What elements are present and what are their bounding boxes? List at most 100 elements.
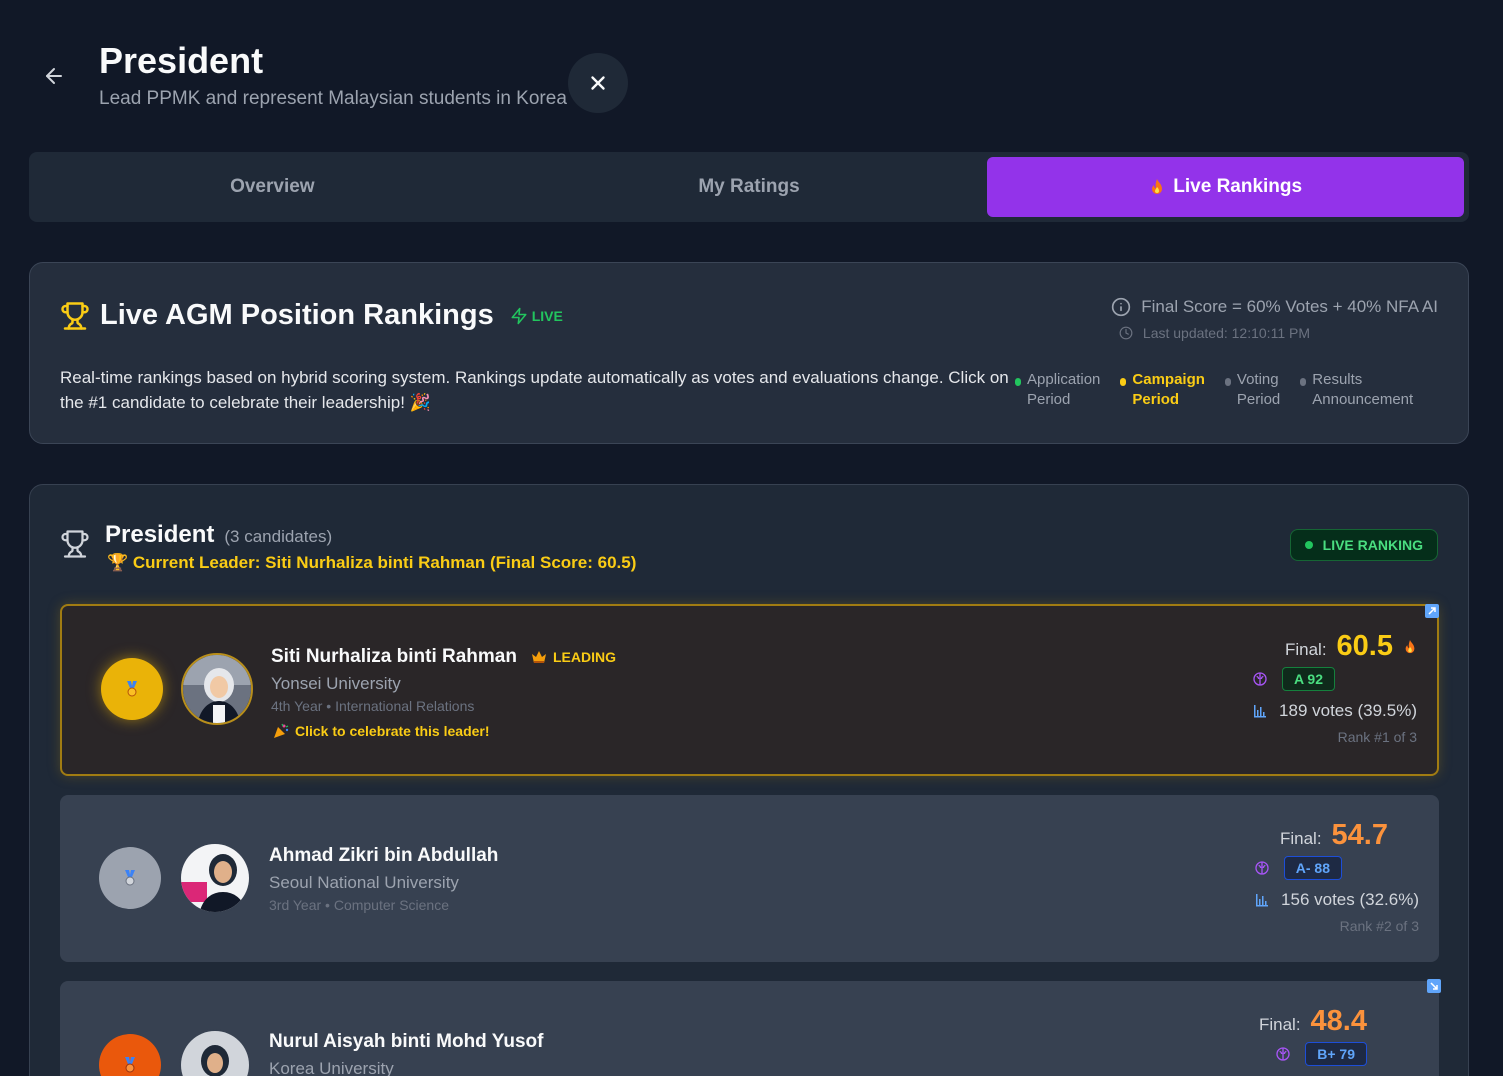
final-score-row: Final: 54.7 [1199,819,1419,852]
candidate-card-1[interactable]: Siti Nurhaliza binti Rahman LEADING Yons… [60,604,1439,776]
position-title-row: President (3 candidates) [105,521,332,549]
final-score: 48.4 [1310,1005,1367,1037]
election-phases: Application Period Campaign Period Voting P… [1015,370,1413,410]
phase-dot [1015,378,1021,386]
final-score-row: Final: 48.4 [1147,1005,1367,1038]
phase-dot [1300,378,1307,386]
position-title: President [105,521,215,548]
phase-label: Results Announcement [1312,371,1414,408]
tab-overview[interactable]: Overview [34,157,511,217]
tab-label: My Ratings [698,176,800,197]
last-updated: Last updated: 12:10:11 PM [1119,325,1310,341]
votes-row: 156 votes (32.6%) [1199,890,1419,910]
brain-icon [1253,672,1267,686]
phase-dot [1120,378,1127,386]
final-score-row: Final: 60.5 [1197,630,1417,663]
ai-grade-badge: B+ 79 [1305,1042,1367,1066]
vote-count: 156 votes (32.6%) [1281,890,1419,909]
info-title: Live AGM Position Rankings [100,299,494,331]
position-rankings-card: President (3 candidates) 🏆 Current Leade… [29,484,1469,1076]
live-dot [1304,541,1313,549]
trend-down-icon [1427,979,1441,993]
brain-icon [1276,1047,1290,1061]
close-button[interactable] [568,53,628,113]
tab-my-ratings[interactable]: My Ratings [511,157,988,217]
current-leader: 🏆 Current Leader: Siti Nurhaliza binti R… [107,553,637,572]
candidate-avatar [179,842,251,914]
grade-row: A- 88 [1199,856,1342,880]
tab-label: Overview [230,176,315,197]
crown-icon [531,651,546,663]
candidate-name: Siti Nurhaliza binti Rahman [271,646,517,667]
phase-campaign: Campaign Period [1120,370,1205,410]
candidate-count: (3 candidates) [224,527,333,546]
lightning-icon [511,307,527,324]
bar-chart-icon [1256,894,1269,907]
candidate-year-major: 4th Year • International Relations [271,698,475,714]
candidate-name: Ahmad Zikri bin Abdullah [269,845,499,866]
close-icon [591,76,605,90]
celebrate-link[interactable]: Click to celebrate this leader! [273,723,490,739]
candidate-name-row: Nurul Aisyah binti Mohd Yusof [269,1031,543,1053]
candidate-name: Nurul Aisyah binti Mohd Yusof [269,1031,544,1052]
candidate-year-major: 3rd Year • Computer Science [269,897,450,913]
clock-icon [1119,326,1133,340]
tab-live-rankings[interactable]: Live Rankings [987,157,1465,217]
back-button[interactable] [36,58,72,94]
silver-medal-icon [99,847,161,909]
grade-row: B+ 79 [1147,1042,1367,1066]
trophy-outline-icon [61,530,89,558]
brain-icon [1255,861,1269,875]
page-subtitle: Lead PPMK and represent Malaysian studen… [99,88,567,109]
rank-label: Rank #1 of 3 [1337,729,1417,745]
candidate-card-2[interactable]: Ahmad Zikri bin Abdullah Seoul National … [60,795,1439,962]
badge-label: LIVE RANKING [1322,537,1423,553]
final-score: 60.5 [1336,630,1393,662]
live-indicator: LIVE [510,307,563,325]
phase-label: Campaign Period [1132,371,1205,408]
fire-icon [1152,179,1163,194]
candidate-university: Korea University [269,1059,394,1076]
live-ranking-badge: LIVE RANKING [1289,529,1438,561]
candidate-university: Yonsei University [271,674,401,693]
candidate-name-row: Ahmad Zikri bin Abdullah [269,845,498,867]
rank-label: Rank #2 of 3 [1339,918,1419,934]
score-column: Final: 54.7 A- 88 156 votes (32.6%) Rank… [1199,819,1419,934]
votes-row: 189 votes (39.5%) [1197,701,1417,721]
party-popper-icon [274,723,289,738]
final-label: Final: [1258,1015,1301,1034]
gold-medal-icon [101,658,163,720]
live-label: LIVE [531,307,563,324]
score-column: Final: 60.5 A 92 189 votes (39.5%) Rank … [1197,630,1417,745]
last-updated-text: Last updated: 12:10:11 PM [1142,325,1310,341]
candidate-avatar [179,1029,251,1076]
phase-results: Results Announcement [1300,370,1413,410]
grade-row: A 92 [1197,667,1335,691]
trophy-icon [61,301,89,330]
ai-grade-badge: A 92 [1281,667,1335,691]
leading-badge: LEADING [531,649,616,665]
phase-label: Voting Period [1236,371,1281,408]
final-label: Final: [1279,829,1322,848]
tab-label: Live Rankings [1173,176,1303,197]
phase-label: Application Period [1027,371,1101,408]
vote-count: 189 votes (39.5%) [1279,701,1417,720]
page-title: President [99,40,264,81]
candidate-card-3[interactable]: Nurul Aisyah binti Mohd Yusof Korea Univ… [60,979,1441,1076]
score-column: Final: 48.4 B+ 79 [1147,1005,1367,1066]
bar-chart-icon [1254,705,1267,718]
formula-text: Final Score = 60% Votes + 40% NFA AI [1141,297,1438,316]
celebrate-label: Click to celebrate this leader! [295,723,490,739]
final-score: 54.7 [1331,819,1388,851]
leading-label: LEADING [552,649,616,665]
trend-up-icon [1425,604,1439,618]
arrow-left-icon [46,68,62,84]
score-formula: Final Score = 60% Votes + 40% NFA AI [1111,297,1438,317]
final-label: Final: [1284,640,1327,659]
tab-bar: Overview My Ratings Live Rankings [29,152,1469,222]
bronze-medal-icon [99,1034,161,1076]
info-title-row: Live AGM Position Rankings LIVE [60,299,563,332]
phase-voting: Voting Period [1224,370,1281,410]
candidate-avatar [181,653,253,725]
candidate-name-row: Siti Nurhaliza binti Rahman LEADING [271,646,616,668]
